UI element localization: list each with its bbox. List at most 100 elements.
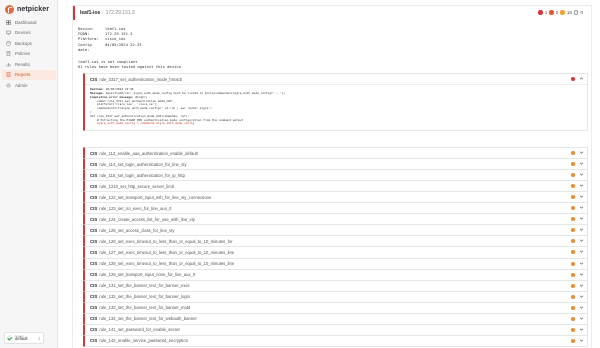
rule-name: rule_122_set_transport_input_ssh_for_lin… (99, 194, 212, 200)
rule-header[interactable]: CIS rule_115_set_login_authentication_for… (85, 170, 587, 180)
sidebar-item-label: Dashboard (15, 19, 37, 25)
meta-key: Config date: (78, 41, 92, 52)
rule-prefix: CIS (90, 239, 98, 245)
chevron-down-icon[interactable] (579, 194, 584, 199)
error-count: 0 (555, 10, 559, 15)
rule-name: rule_3317_set_authentication_mode_hmac5 (99, 76, 182, 82)
sidebar-item-dashboard[interactable]: Dashboard (2, 17, 56, 27)
warning-dot-icon (571, 327, 575, 332)
rule-header[interactable]: CIS rule_3317_set_authentication_mode_hm… (85, 74, 587, 84)
rule-header[interactable]: CIS rule_1210_set_http_secure_server_limi… (85, 181, 587, 191)
devices-icon (6, 30, 11, 35)
netpicker-logo-icon (5, 5, 14, 14)
rule-header[interactable]: CIS rule_114_set_login_authentication_for… (85, 159, 587, 169)
rule-name: rule_114_set_login_authentication_for_li… (99, 161, 187, 167)
rule-header[interactable]: CIS rule_131_set_the_banner_text_for_bann… (85, 281, 587, 291)
rule-header[interactable]: CIS rule_128_set_exec_timeout_to_less_tha… (85, 259, 587, 269)
chevron-down-icon[interactable] (579, 283, 584, 288)
fail-dot-icon (538, 10, 543, 15)
sidebar: netpicker Dashboard Devices Backups Poli… (0, 0, 58, 348)
rule-header[interactable]: CIS rule_134_set_the_banner_text_for_weba… (85, 314, 587, 324)
chevron-down-icon[interactable] (579, 227, 584, 232)
warning-dot-icon (571, 239, 575, 244)
meta-row: Config date: 04/05/2024 22:33 (78, 42, 142, 52)
rule-header[interactable]: CIS rule_125_set_access_class_for_line_vt… (85, 225, 587, 235)
sidebar-item-backups[interactable]: Backups (2, 38, 56, 48)
backups-icon (6, 40, 11, 46)
rule-header[interactable]: CIS rule_124_create_access_list_for_use_w… (85, 214, 587, 224)
results-icon (6, 62, 11, 67)
warning-dot-icon (571, 338, 575, 343)
rule-name: rule_126_set_exec_timeout_to_less_than_o… (99, 239, 233, 245)
sidebar-item-devices[interactable]: Devices (2, 28, 56, 38)
warning-dot-icon (571, 250, 575, 255)
chevron-down-icon[interactable] (579, 238, 584, 243)
rule-header[interactable]: CIS rule_122_set_transport_input_ssh_for_… (85, 192, 587, 202)
rule-prefix: CIS (90, 327, 98, 333)
rule-prefix: CIS (90, 194, 98, 200)
chevron-down-icon[interactable] (579, 316, 584, 321)
sidebar-nav: Dashboard Devices Backups Policies Resul… (2, 17, 56, 91)
warning-count: 18 (566, 10, 572, 15)
chevron-down-icon[interactable] (579, 338, 584, 343)
rule-name: rule_1210_set_http_secure_server_limit (99, 183, 174, 189)
rule-header[interactable]: CIS rule_132_set_the_banner_text_for_bann… (85, 292, 587, 302)
rule-header[interactable]: CIS rule_113_enable_aaa_authentication_en… (85, 148, 587, 158)
chevron-down-icon[interactable] (579, 294, 584, 299)
chevron-up-icon[interactable] (579, 76, 584, 81)
rule-header[interactable]: CIS rule_141_set_password_for_enable_secr… (85, 325, 587, 335)
sidebar-item-label: Admin (15, 83, 28, 89)
chevron-down-icon[interactable] (579, 161, 584, 166)
chevron-down-icon[interactable] (579, 150, 584, 155)
rule-header[interactable]: CIS rule_123_set_no_exec_for_line_aux_0 (85, 203, 587, 213)
rule-prefix: CIS (90, 227, 98, 233)
rule-header[interactable]: CIS rule_127_set_exec_timeout_to_less_tha… (85, 247, 587, 257)
tenant-selector[interactable]: Tenant default ⇕ (4, 332, 44, 344)
tenant-text: Tenant default (15, 334, 28, 342)
warning-dot-icon (571, 217, 575, 222)
device-hostname: leaf1-ios (80, 10, 101, 16)
chevron-down-icon[interactable] (579, 216, 584, 221)
dashboard-icon (6, 19, 11, 25)
rule-name: rule_142_enable_service_password_encrypt… (99, 338, 189, 344)
rule-header[interactable]: CIS rule_133_set_the_banner_text_for_bann… (85, 303, 587, 313)
rule-prefix: CIS (90, 250, 98, 256)
rule-header[interactable]: CIS rule_142_enable_service_password_encr… (85, 336, 587, 346)
sidebar-item-policies[interactable]: Policies (2, 49, 56, 59)
chevron-down-icon[interactable] (579, 172, 584, 177)
app-logo[interactable]: netpicker (5, 5, 49, 14)
warning-dot-icon (571, 162, 575, 167)
rule-name: rule_127_set_exec_timeout_to_less_than_o… (99, 250, 235, 256)
sidebar-item-results[interactable]: Results (2, 59, 56, 69)
fail-count: 1 (544, 10, 548, 15)
rule-prefix: CIS (90, 294, 98, 300)
rule-card-expanded: CIS rule_3317_set_authentication_mode_hm… (83, 73, 588, 132)
warning-dot-icon (571, 184, 575, 189)
sidebar-item-admin[interactable]: Admin (2, 81, 56, 91)
chevron-down-icon[interactable] (579, 183, 584, 188)
rule-name: rule_113_enable_aaa_authentication_enabl… (99, 150, 198, 156)
sidebar-item-label: Devices (15, 30, 31, 36)
sidebar-item-reports[interactable]: Reports (2, 69, 56, 80)
rule-name: rule_124_create_access_list_for_use_with… (99, 216, 196, 222)
chevron-down-icon[interactable] (579, 327, 584, 332)
warning-dot-icon (571, 305, 575, 310)
rule-header[interactable]: CIS rule_129_set_transport_input_none_for… (85, 270, 587, 280)
chevron-down-icon[interactable] (579, 305, 584, 310)
sidebar-item-label: Policies (15, 51, 31, 57)
policies-icon (6, 51, 11, 57)
chevron-down-icon[interactable] (579, 261, 584, 266)
reports-icon (6, 72, 11, 78)
chevron-down-icon[interactable] (579, 272, 584, 277)
rule-name: rule_115_set_login_authentication_for_ip… (99, 172, 185, 178)
compliance-summary: leaf1-ios is not compliant 61 rules have… (78, 59, 181, 69)
warning-dot-icon (571, 316, 575, 321)
warning-dot-icon (571, 228, 575, 233)
report-panel: leaf1-ios | 172.29.151.3 1 0 18 0 Device… (72, 5, 592, 348)
rule-prefix: CIS (90, 76, 98, 82)
rule-name: rule_132_set_the_banner_text_for_banner_… (99, 294, 190, 300)
rule-header[interactable]: CIS rule_126_set_exec_timeout_to_less_tha… (85, 236, 587, 246)
chevron-down-icon[interactable] (579, 249, 584, 254)
chevron-down-icon[interactable] (579, 205, 584, 210)
device-meta: Device: leaf1-ios FQDN: 172.29.151.3 Platf… (78, 26, 142, 52)
